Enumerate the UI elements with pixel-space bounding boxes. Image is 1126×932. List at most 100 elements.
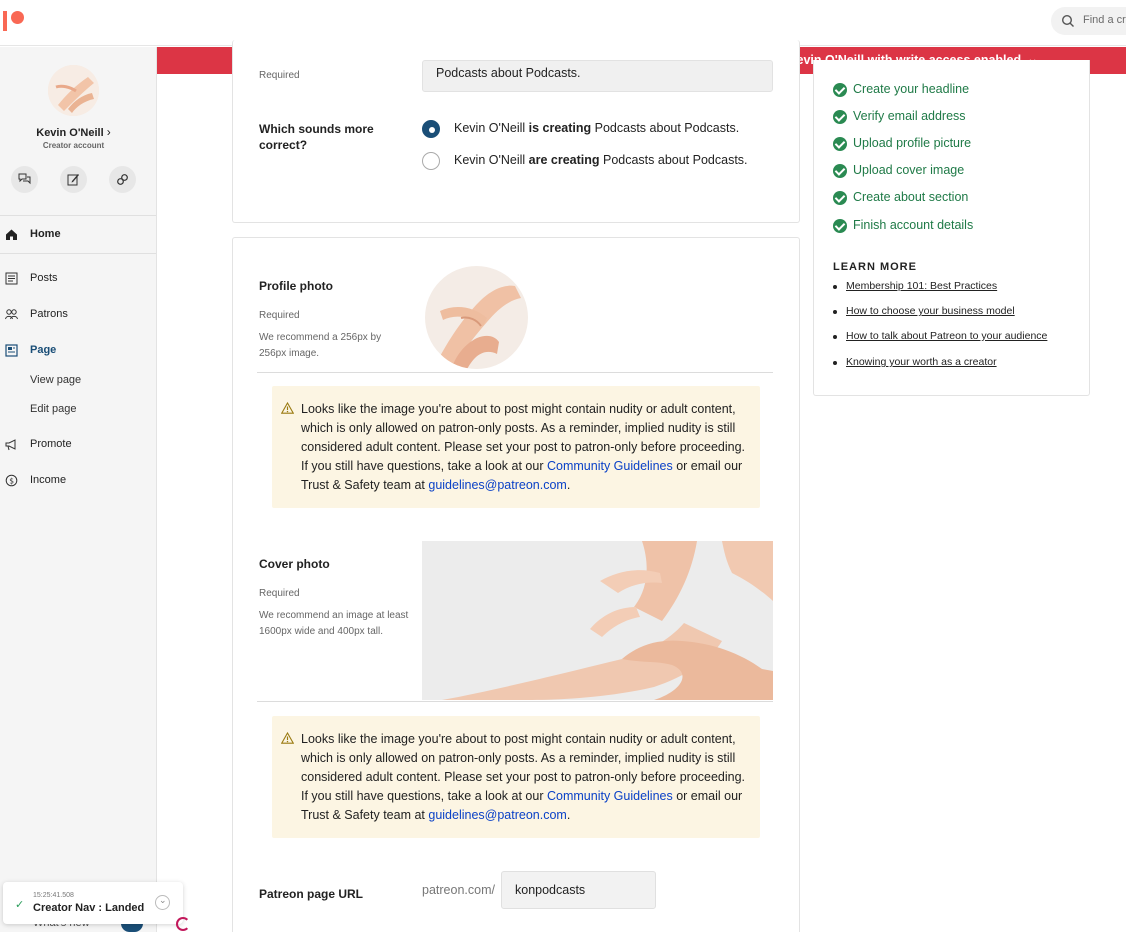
check-circle-icon: [833, 219, 847, 233]
checklist-item-text: Create about section: [853, 190, 969, 204]
logo-bar: [3, 11, 7, 31]
search-input[interactable]: Find a cr: [1051, 7, 1126, 35]
toast-notification[interactable]: ✓ 15:25:41.508 Creator Nav : Landed ⌄: [3, 882, 183, 924]
profile-photo-required: Required: [259, 310, 300, 321]
toast-time: 15:25:41.508: [33, 892, 74, 899]
bullet: [833, 361, 837, 365]
sidebar-item-home[interactable]: Home: [0, 223, 156, 247]
sidebar-item-posts[interactable]: Posts: [0, 267, 156, 291]
warning-icon: [281, 732, 294, 744]
posts-icon: [5, 272, 18, 285]
link-button[interactable]: [109, 166, 136, 193]
option-name: Kevin O'Neill: [454, 153, 529, 167]
sidebar-divider: [0, 215, 156, 216]
svg-text:$: $: [9, 476, 14, 485]
sidebar-item-label: Promote: [30, 438, 72, 450]
expand-toast-button[interactable]: ⌄: [155, 895, 170, 910]
check-circle-icon: [833, 110, 847, 124]
chevron-down-icon: ⌄: [159, 895, 167, 905]
required-label: Required: [259, 70, 300, 81]
bullet: [833, 310, 837, 314]
sidebar-item-income[interactable]: $ Income: [0, 469, 156, 493]
warning-body-end: .: [566, 478, 571, 492]
toast-title: Creator Nav : Landed: [33, 902, 145, 914]
logo-dot: [11, 11, 24, 24]
check-circle-icon: [833, 164, 847, 178]
check-circle-icon: [833, 191, 847, 205]
sidebar-subitem-view-page[interactable]: View page: [30, 374, 81, 386]
avatar[interactable]: [48, 65, 99, 116]
promote-icon: [5, 439, 16, 451]
checklist-item-text: Finish account details: [853, 218, 974, 232]
sidebar-subitem-edit-page[interactable]: Edit page: [30, 403, 76, 415]
patreon-logo[interactable]: [3, 11, 25, 31]
profile-photo-preview[interactable]: [425, 266, 528, 369]
community-guidelines-link[interactable]: Community Guidelines: [547, 459, 673, 473]
grammar-option-text: Kevin O'Neill is creating Podcasts about…: [454, 121, 739, 135]
guidelines-email-link[interactable]: guidelines@patreon.com: [428, 478, 566, 492]
sidebar-item-promote[interactable]: Promote: [0, 433, 156, 457]
learn-more-link-text: How to talk about Patreon to your audien…: [846, 330, 1048, 342]
profile-photo-image: [425, 266, 528, 369]
community-guidelines-link[interactable]: Community Guidelines: [547, 789, 673, 803]
patrons-icon: [5, 309, 18, 320]
divider: [257, 701, 773, 702]
option-name: Kevin O'Neill: [454, 121, 529, 135]
radio-button[interactable]: [422, 120, 440, 138]
edit-button[interactable]: [60, 166, 87, 193]
home-icon: [6, 229, 17, 240]
profile-photo-label: Profile photo: [259, 279, 333, 293]
sidebar-item-label: Patrons: [30, 308, 68, 320]
cover-photo-label: Cover photo: [259, 557, 330, 571]
learn-more-link-text: How to choose your business model: [846, 305, 1015, 317]
checklist-item-text: Verify email address: [853, 109, 966, 123]
sidebar-item-label: Page: [30, 344, 57, 356]
cover-photo-preview[interactable]: [422, 541, 773, 700]
check-icon: ✓: [15, 899, 25, 911]
sidebar-item-page[interactable]: Page: [0, 339, 156, 363]
radio-button[interactable]: [422, 152, 440, 170]
chevron-right-icon: ›: [106, 125, 111, 139]
page-icon: [5, 344, 18, 357]
option-verb: are creating: [528, 153, 600, 167]
creator-name-text: Kevin O'Neill: [36, 127, 104, 139]
bullet: [833, 285, 837, 289]
learn-more-link-text: Knowing your worth as a creator: [846, 356, 997, 368]
checklist-item-text: Upload profile picture: [853, 136, 972, 150]
tagline-input[interactable]: Podcasts about Podcasts.: [422, 60, 773, 92]
assistant-logo-icon[interactable]: [176, 917, 190, 931]
check-circle-icon: [833, 137, 847, 151]
sidebar: Kevin O'Neill › Creator account Home Pos…: [0, 47, 157, 932]
option-verb: is creating: [528, 121, 592, 135]
cover-photo-hint: We recommend an image at least 1600px wi…: [259, 610, 409, 637]
learn-more-title: LEARN MORE: [833, 261, 917, 273]
sidebar-divider: [0, 253, 156, 254]
chat-icon: [18, 173, 31, 185]
profile-photo-hint: We recommend a 256px by 256px image.: [259, 332, 382, 359]
patreon-url-input[interactable]: konpodcasts: [501, 871, 656, 909]
nudity-warning: Looks like the image you're about to pos…: [272, 716, 760, 838]
creator-name[interactable]: Kevin O'Neill ›: [0, 125, 147, 139]
warning-icon: [281, 402, 294, 414]
sidebar-item-patrons[interactable]: Patrons: [0, 303, 156, 327]
search-icon: [1061, 14, 1074, 27]
search-placeholder: Find a cr: [1083, 14, 1126, 26]
avatar-image: [48, 65, 99, 116]
option-rest: Podcasts about Podcasts.: [591, 121, 740, 135]
income-icon: $: [5, 474, 18, 487]
chat-button[interactable]: [11, 166, 38, 193]
warning-body-end: .: [566, 808, 571, 822]
grammar-option-text: Kevin O'Neill are creating Podcasts abou…: [454, 153, 748, 167]
divider: [257, 372, 773, 373]
grammar-question: Which sounds more correct?: [259, 122, 374, 152]
warning-text: Looks like the image you're about to pos…: [301, 400, 749, 495]
edit-icon: [67, 174, 79, 186]
option-rest: Podcasts about Podcasts.: [599, 153, 748, 167]
guidelines-email-link[interactable]: guidelines@patreon.com: [428, 808, 566, 822]
bullet: [833, 335, 837, 339]
cover-photo-required: Required: [259, 588, 300, 599]
check-circle-icon: [833, 83, 847, 97]
checklist-item-text: Create your headline: [853, 82, 970, 96]
patreon-url-label: Patreon page URL: [259, 887, 364, 901]
checklist-item-text: Upload cover image: [853, 163, 965, 177]
